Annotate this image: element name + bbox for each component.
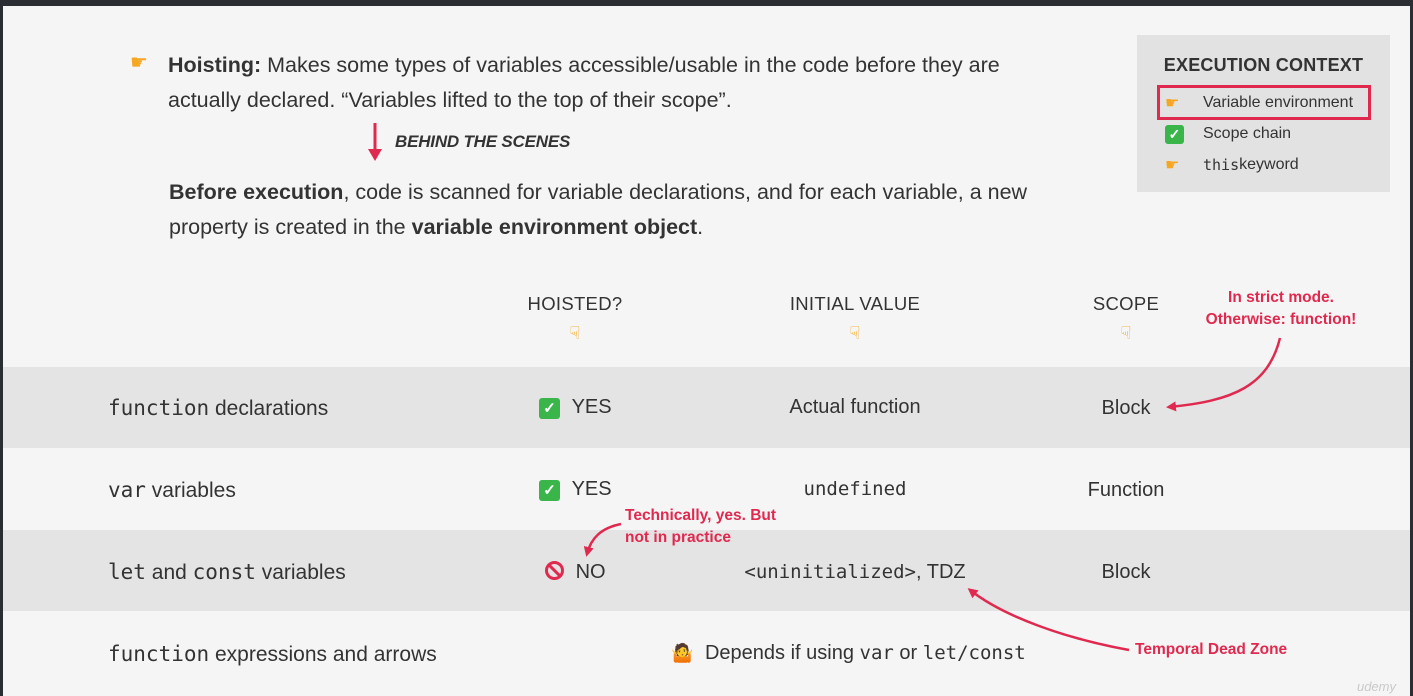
slide: ☛ Hoisting: Makes some types of variable… [3, 6, 1410, 696]
annotation-arrows [583, 337, 1282, 652]
tdz-arrow [967, 588, 1130, 652]
strict-mode-arrow [1166, 337, 1282, 412]
technically-arrow [583, 522, 622, 557]
udemy-watermark: udemy [1356, 679, 1396, 694]
